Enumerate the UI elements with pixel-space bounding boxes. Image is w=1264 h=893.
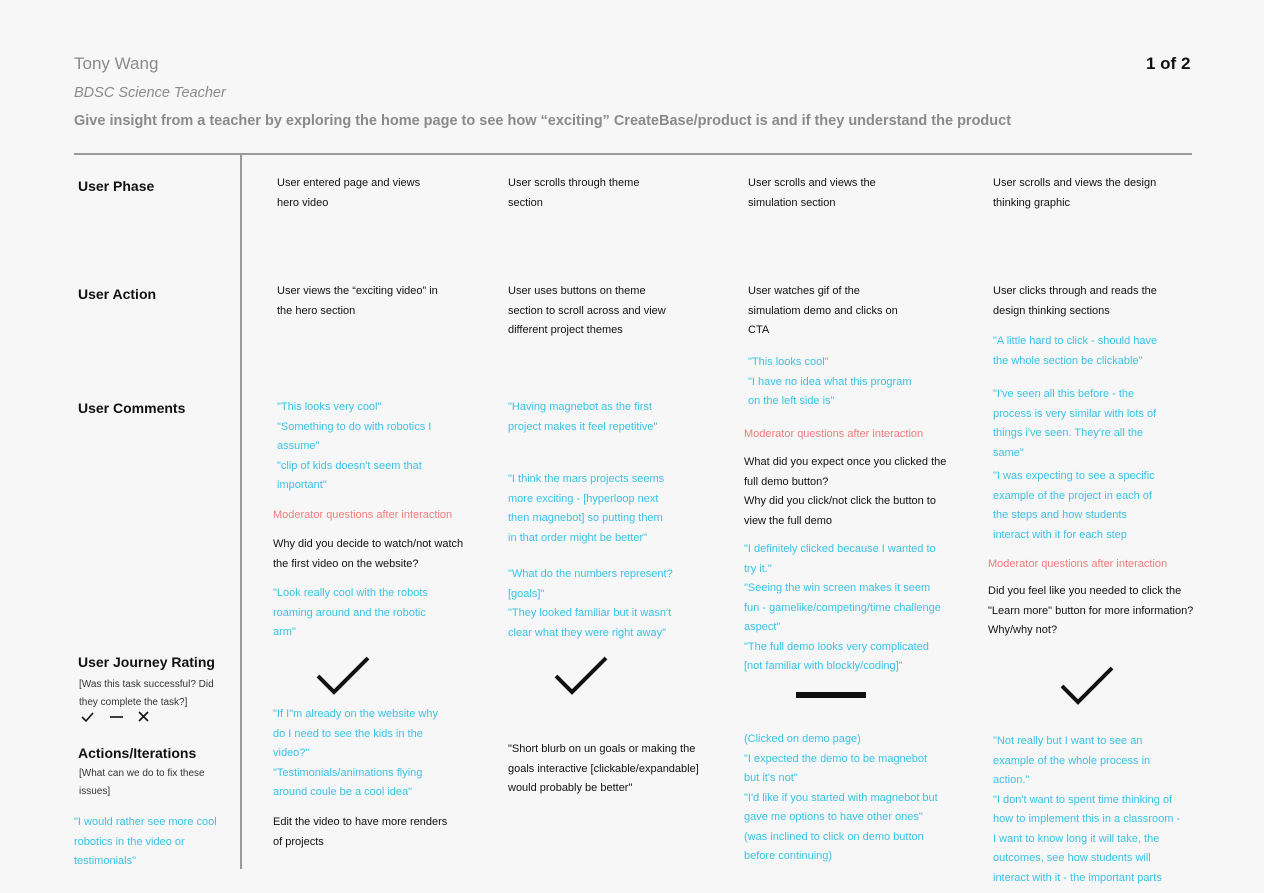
check-icon xyxy=(316,656,370,695)
col2-quotes-b: "I think the mars projects seems more ex… xyxy=(508,473,665,544)
col1-iteration-text: Edit the video to have more renders of p… xyxy=(273,816,448,848)
col4-moderator-label: Moderator questions after interaction xyxy=(988,558,1168,570)
cross-icon xyxy=(138,711,149,722)
col2-phase: User scrolls through theme section xyxy=(508,177,640,209)
col1-question: Why did you decide to watch/not watch th… xyxy=(273,538,464,570)
col1-answers: "Look really cool with the robots roamin… xyxy=(273,587,428,638)
col3-quotes: "This looks cool" "I have no idea what t… xyxy=(748,356,912,407)
col2-quotes-c: "What do the numbers represent? [goals]"… xyxy=(508,568,673,639)
dash-icon xyxy=(796,692,866,698)
col4-quotes-c: "I was expecting to see a specific examp… xyxy=(993,470,1155,541)
iterations-quote: "I would rather see more cool robotics i… xyxy=(74,816,217,867)
col4-quotes-b: "I've seen all this before - the process… xyxy=(993,388,1157,459)
rating-legend xyxy=(81,711,149,723)
col4-quotes: "A little hard to click - should have th… xyxy=(993,335,1158,367)
col1-moderator-label: Moderator questions after interaction xyxy=(273,509,453,521)
column-divider xyxy=(240,155,242,869)
col3-action: User watches gif of the simulatiom demo … xyxy=(748,285,898,336)
col1-action: User views the “exciting video” in the h… xyxy=(277,285,438,317)
col1-quotes: "This looks very cool" "Something to do … xyxy=(277,401,432,491)
col2-iteration-text: "Short blurb on un goals or making the g… xyxy=(508,743,699,794)
iterations-description: [What can we do to fix these issues] xyxy=(79,768,205,797)
row-label-iterations: Actions/Iterations xyxy=(78,745,197,761)
check-icon xyxy=(81,712,94,723)
col3-phase: User scrolls and views the simulation se… xyxy=(748,177,876,209)
col2-action: User uses buttons on theme section to sc… xyxy=(508,285,666,336)
col1-phase: User entered page and views hero video xyxy=(277,177,421,209)
row-label-comments: User Comments xyxy=(78,400,186,416)
col4-iteration-quotes: "Not really but I want to see an example… xyxy=(993,735,1181,884)
row-label-phase: User Phase xyxy=(78,178,155,194)
col4-phase: User scrolls and views the design thinki… xyxy=(993,177,1157,209)
row-label-rating: User Journey Rating xyxy=(78,654,215,670)
page-indicator: 1 of 2 xyxy=(1146,54,1191,73)
check-icon xyxy=(1060,666,1114,705)
col3-question: What did you expect once you clicked the… xyxy=(744,456,947,527)
row-label-action: User Action xyxy=(78,286,157,302)
research-goal: Give insight from a teacher by exploring… xyxy=(74,113,1012,129)
col2-quotes: "Having magnebot as the first project ma… xyxy=(508,401,658,433)
rating-description: [Was this task successful? Did they comp… xyxy=(79,679,214,708)
persona-role: BDSC Science Teacher xyxy=(74,85,226,101)
col3-iteration-quotes: (Clicked on demo page) "I expected the d… xyxy=(744,733,938,862)
col3-answers: "I definitely clicked because I wanted t… xyxy=(744,543,941,672)
col1-iteration-quotes: "If I"m already on the website why do I … xyxy=(273,708,438,798)
col4-question: Did you feel like you needed to click th… xyxy=(988,585,1194,636)
col4-action: User clicks through and reads the design… xyxy=(993,285,1157,317)
col3-moderator-label: Moderator questions after interaction xyxy=(744,428,924,440)
persona-name: Tony Wang xyxy=(74,54,159,73)
check-icon xyxy=(554,656,608,695)
